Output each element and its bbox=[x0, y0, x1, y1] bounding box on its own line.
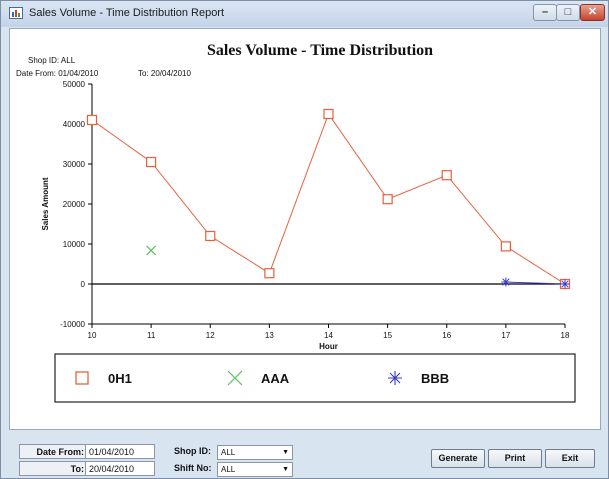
data-point bbox=[501, 277, 511, 287]
x-tick-label: 11 bbox=[147, 331, 156, 340]
y-tick-label: 30000 bbox=[63, 160, 86, 169]
maximize-icon: □ bbox=[564, 6, 572, 18]
x-tick-label: 10 bbox=[88, 331, 97, 340]
exit-button[interactable]: Exit bbox=[545, 449, 595, 468]
y-axis-label: Sales Amount bbox=[41, 177, 50, 230]
data-point bbox=[560, 279, 570, 289]
filter-panel: Date From: 01/04/2010 To: 20/04/2010 Sho… bbox=[9, 431, 600, 477]
legend-label: BBB bbox=[421, 371, 449, 386]
series-line bbox=[91, 112, 566, 285]
data-point bbox=[441, 170, 452, 181]
shift-no-select[interactable]: ALL ▼ bbox=[217, 462, 293, 477]
y-tick-label: 0 bbox=[81, 280, 86, 289]
x-tick-label: 12 bbox=[206, 331, 215, 340]
legend-label: 0H1 bbox=[108, 371, 132, 386]
y-tick-label: 50000 bbox=[63, 80, 86, 89]
legend-box bbox=[54, 353, 576, 403]
data-point bbox=[264, 268, 275, 279]
legend-marker bbox=[388, 371, 402, 385]
data-point bbox=[323, 108, 334, 120]
print-button[interactable]: Print bbox=[488, 449, 542, 468]
x-tick-label: 14 bbox=[324, 331, 333, 340]
report-window: Sales Volume - Time Distribution Report … bbox=[0, 0, 609, 479]
legend-marker bbox=[75, 371, 89, 385]
app-chart-icon bbox=[9, 7, 23, 19]
shift-no-value: ALL bbox=[221, 465, 236, 474]
y-tick-label: 20000 bbox=[63, 200, 86, 209]
date-to-label: To: bbox=[19, 461, 88, 476]
data-point bbox=[86, 114, 98, 126]
data-point bbox=[146, 156, 157, 168]
x-tick-label: 15 bbox=[383, 331, 392, 340]
data-point bbox=[382, 194, 393, 205]
y-tick-label: 10000 bbox=[63, 240, 86, 249]
shop-id-select[interactable]: ALL ▼ bbox=[217, 445, 293, 460]
data-point bbox=[205, 230, 216, 242]
x-tick-label: 16 bbox=[442, 331, 451, 340]
window-title: Sales Volume - Time Distribution Report bbox=[29, 7, 225, 19]
minimize-icon: – bbox=[541, 6, 549, 18]
date-to-field[interactable]: 20/04/2010 bbox=[85, 461, 155, 476]
x-tick-label: 18 bbox=[561, 331, 570, 340]
shop-id-label: Shop ID: bbox=[174, 446, 211, 456]
legend-label: AAA bbox=[261, 371, 290, 386]
minimize-button[interactable]: – bbox=[533, 4, 557, 21]
y-tick-label: 40000 bbox=[63, 120, 86, 129]
title-bar: Sales Volume - Time Distribution Report … bbox=[1, 1, 608, 27]
data-point bbox=[146, 245, 157, 256]
close-button[interactable]: ✕ bbox=[580, 4, 605, 21]
shift-no-label: Shift No: bbox=[174, 463, 212, 473]
y-tick-label: -10000 bbox=[60, 320, 85, 329]
dropdown-arrow-icon: ▼ bbox=[282, 449, 289, 456]
maximize-button[interactable]: □ bbox=[556, 4, 580, 21]
close-icon: ✕ bbox=[587, 6, 598, 18]
dropdown-arrow-icon: ▼ bbox=[282, 466, 289, 473]
chart-plot: -10000 0 10000 20000 30000 40000 50000 10 11 12 13… bbox=[41, 80, 576, 403]
data-point bbox=[500, 241, 511, 252]
x-tick-label: 17 bbox=[501, 331, 510, 340]
x-axis-label: Hour bbox=[319, 342, 338, 351]
date-from-label: Date From: bbox=[19, 444, 88, 459]
report-canvas: Sales Volume - Time Distribution Shop ID… bbox=[9, 28, 601, 430]
generate-button[interactable]: Generate bbox=[431, 449, 485, 468]
date-from-field[interactable]: 01/04/2010 bbox=[85, 444, 155, 459]
x-tick-label: 13 bbox=[265, 331, 274, 340]
shop-id-value: ALL bbox=[221, 448, 236, 457]
